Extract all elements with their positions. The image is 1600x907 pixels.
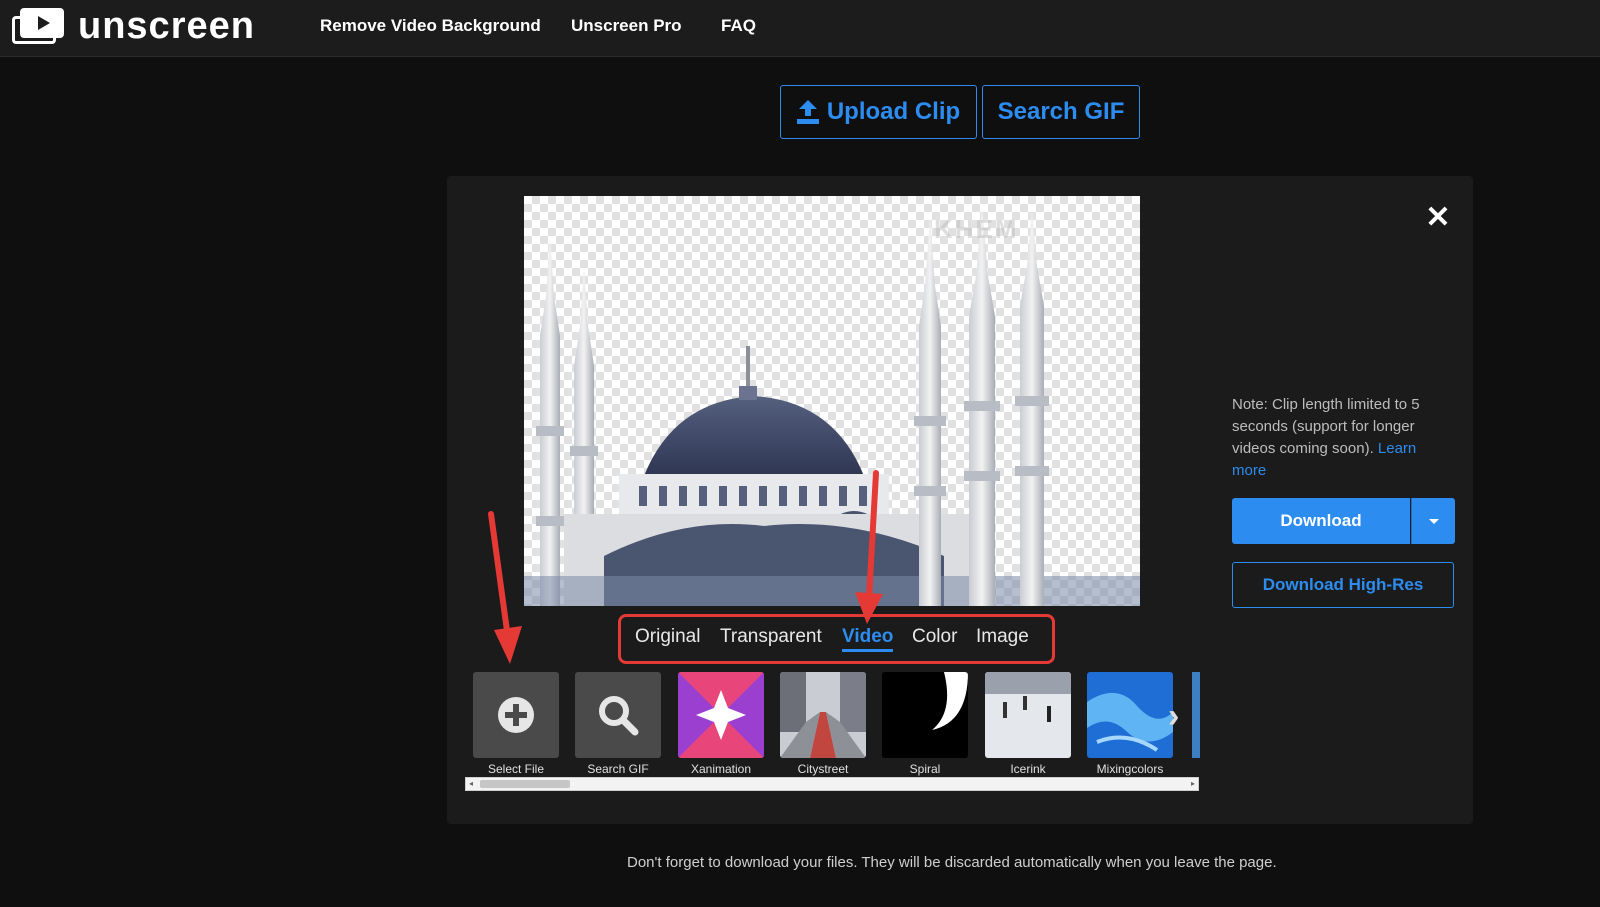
spiral-tile[interactable]	[882, 672, 968, 758]
tab-image[interactable]: Image	[976, 626, 1029, 652]
search-gif-top-button[interactable]: Search GIF	[982, 85, 1140, 139]
tab-color[interactable]: Color	[912, 626, 957, 652]
icerink-tile[interactable]	[985, 672, 1071, 758]
icerink-thumbnail	[985, 672, 1071, 758]
footer-note: Don't forget to download your files. The…	[627, 854, 1277, 871]
download-options-caret-icon[interactable]	[1411, 498, 1455, 544]
download-high-res-button[interactable]: Download High-Res	[1232, 562, 1454, 608]
nav-faq[interactable]: FAQ	[721, 16, 756, 36]
download-label: Download	[1280, 511, 1362, 530]
xanimation-label: Xanimation	[690, 762, 752, 776]
main-nav-2: Unscreen Pro	[571, 16, 682, 36]
search-gif-tile[interactable]	[575, 672, 661, 758]
chevron-right-icon[interactable]: ›	[1168, 699, 1192, 733]
nav-unscreen-pro[interactable]: Unscreen Pro	[571, 16, 682, 36]
logo-text: unscreen	[78, 5, 255, 47]
scroll-left-icon[interactable]: ◂	[469, 779, 473, 788]
upload-icon	[796, 100, 819, 124]
download-high-res-label: Download High-Res	[1262, 575, 1424, 594]
next-thumbnail-peek	[1192, 672, 1200, 758]
tab-original[interactable]: Original	[635, 626, 700, 652]
nav-remove-video-background[interactable]: Remove Video Background	[320, 16, 541, 36]
play-icon	[12, 8, 64, 44]
spiral-thumbnail	[882, 672, 968, 758]
main-nav-3: FAQ	[721, 16, 756, 36]
clip-length-note: Note: Clip length limited to 5 seconds (…	[1232, 394, 1452, 482]
citystreet-tile[interactable]	[780, 672, 866, 758]
select-file-label: Select File	[487, 762, 545, 776]
xanimation-thumbnail	[678, 672, 764, 758]
spiral-label: Spiral	[909, 762, 941, 776]
scrollbar-thumb[interactable]	[480, 780, 570, 788]
scroll-right-icon[interactable]: ▸	[1191, 779, 1195, 788]
search-icon	[599, 696, 639, 736]
citystreet-label: Citystreet	[797, 762, 849, 776]
upload-clip-label: Upload Clip	[826, 98, 961, 125]
main-nav: Remove Video Background	[320, 16, 541, 36]
mixingcolors-tile[interactable]	[1087, 672, 1173, 758]
citystreet-thumbnail	[780, 672, 866, 758]
mixingcolors-label: Mixingcolors	[1096, 762, 1164, 776]
tab-video[interactable]: Video	[842, 626, 894, 652]
xanimation-tile[interactable]	[678, 672, 764, 758]
video-preview: KHEM	[524, 196, 1140, 606]
search-gif-label: Search GIF	[587, 762, 649, 776]
download-button[interactable]: Download	[1232, 498, 1410, 544]
top-bar: unscreen Remove Video Background Unscree…	[0, 0, 1600, 57]
tab-transparent[interactable]: Transparent	[720, 626, 822, 652]
icerink-label: Icerink	[1010, 762, 1046, 776]
mixingcolors-thumbnail	[1087, 672, 1173, 758]
select-file-tile[interactable]	[473, 672, 559, 758]
watermark: KHEM	[934, 214, 1019, 244]
logo[interactable]: unscreen	[12, 5, 255, 47]
thumbnail-scrollbar[interactable]: ◂ ▸	[465, 777, 1199, 791]
upload-clip-button[interactable]: Upload Clip	[780, 85, 977, 139]
plus-circle-icon	[498, 697, 534, 733]
search-gif-top-label: Search GIF	[997, 98, 1125, 125]
mosque-image	[524, 206, 1140, 606]
close-icon[interactable]: ✕	[1424, 203, 1452, 233]
